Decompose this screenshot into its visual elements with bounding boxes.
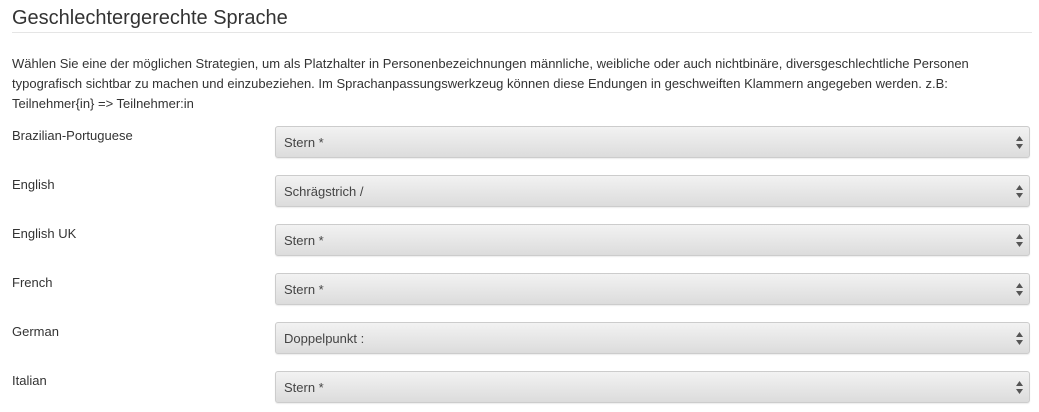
select-value: Stern * xyxy=(284,282,324,297)
gender-strategy-select-english-uk[interactable]: Stern * xyxy=(275,224,1030,256)
language-label: English xyxy=(12,177,55,192)
select-value: Doppelpunkt : xyxy=(284,331,365,346)
language-label: Brazilian-Portuguese xyxy=(12,128,133,143)
language-row-italian: Italian Stern * xyxy=(12,371,1032,407)
select-value: Stern * xyxy=(284,380,324,395)
gender-strategy-select-french[interactable]: Stern * xyxy=(275,273,1030,305)
select-updown-arrows-icon xyxy=(1016,185,1023,198)
language-row-brazilian-portuguese: Brazilian-Portuguese Stern * xyxy=(12,126,1032,162)
gender-strategy-select-english[interactable]: Schrägstrich / xyxy=(275,175,1030,207)
gender-strategy-select-german[interactable]: Doppelpunkt : xyxy=(275,322,1030,354)
section-description: Wählen Sie eine der möglichen Strategien… xyxy=(12,56,969,111)
select-updown-arrows-icon xyxy=(1016,136,1023,149)
language-row-english-uk: English UK Stern * xyxy=(12,224,1032,260)
select-value: Stern * xyxy=(284,135,324,150)
select-updown-arrows-icon xyxy=(1016,332,1023,345)
select-value: Stern * xyxy=(284,233,324,248)
language-row-german: German Doppelpunkt : xyxy=(12,322,1032,358)
section-title: Geschlechtergerechte Sprache xyxy=(12,7,288,29)
select-updown-arrows-icon xyxy=(1016,283,1023,296)
gender-strategy-select-italian[interactable]: Stern * xyxy=(275,371,1030,403)
language-row-english: English Schrägstrich / xyxy=(12,175,1032,211)
gender-strategy-select-brazilian-portuguese[interactable]: Stern * xyxy=(275,126,1030,158)
select-value: Schrägstrich / xyxy=(284,184,364,199)
language-label: French xyxy=(12,275,53,290)
language-row-french: French Stern * xyxy=(12,273,1032,309)
language-label: German xyxy=(12,324,59,339)
select-updown-arrows-icon xyxy=(1016,381,1023,394)
language-label: Italian xyxy=(12,373,47,388)
select-updown-arrows-icon xyxy=(1016,234,1023,247)
language-label: English UK xyxy=(12,226,77,241)
title-divider xyxy=(12,32,1032,33)
